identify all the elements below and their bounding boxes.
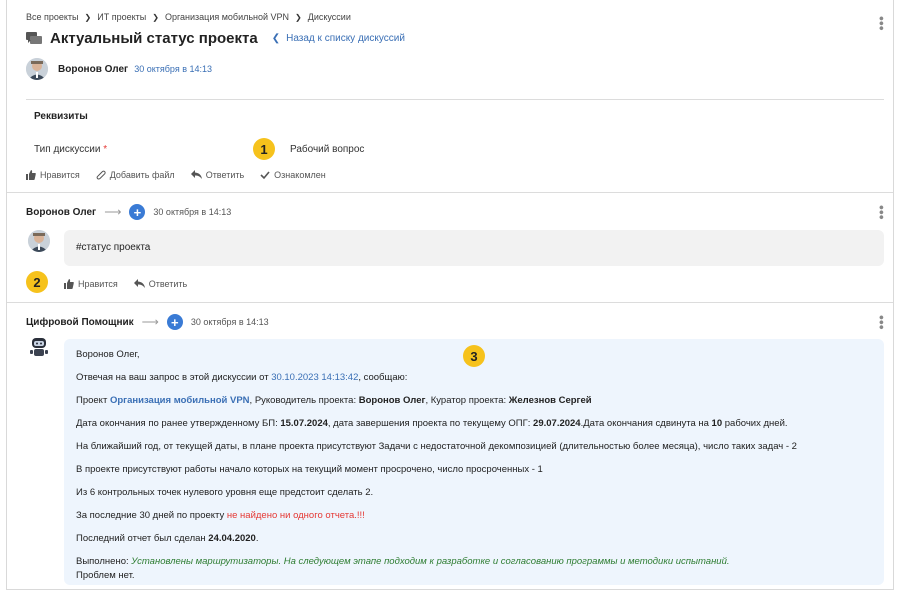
requisites-title: Реквизиты	[34, 111, 88, 122]
post-actions: Нравится Добавить файл Ответить Ознакомл…	[26, 170, 342, 180]
done-text: Установлены маршрутизаторы. На следующем…	[131, 556, 730, 567]
dates-line: Дата окончания по ранее утвержденному БП…	[76, 418, 788, 429]
like-label: Нравится	[40, 170, 80, 180]
reply-button[interactable]: Ответить	[133, 279, 188, 289]
arrow-right-icon: ⟶	[141, 315, 159, 329]
reply-icon	[190, 170, 202, 179]
callout-badge-3: 3	[463, 345, 485, 367]
divider	[26, 99, 884, 100]
reports-line: За последние 30 дней по проекту не найде…	[76, 510, 365, 521]
checkmark-icon	[260, 171, 270, 180]
request-line: Отвечая на ваш запрос в этой дискуссии о…	[76, 372, 408, 383]
divider	[7, 192, 893, 193]
callout-badge-2: 2	[26, 271, 48, 293]
assistant-message: Воронов Олег, Отвечая на ваш запрос в эт…	[64, 339, 884, 585]
chevron-right-icon: ❯	[152, 12, 159, 22]
reply-label: Ответить	[205, 170, 245, 180]
add-file-label: Добавить файл	[109, 170, 175, 180]
comment-author[interactable]: Цифровой Помощник	[26, 317, 134, 328]
project-link[interactable]: Организация мобильной VPN	[110, 395, 250, 406]
more-options-icon[interactable]: •••	[874, 16, 890, 31]
back-link-label: Назад к списку дискуссий	[286, 33, 405, 44]
comment-bubble: #статус проекта	[64, 230, 884, 266]
discussion-type-label: Тип дискуссии *	[34, 144, 107, 155]
add-recipient-icon[interactable]: +	[166, 314, 183, 330]
overdue-line: В проекте присутствуют работы начало кот…	[76, 464, 543, 475]
breadcrumb: Все проекты ❯ ИТ проекты ❯ Организация м…	[26, 12, 351, 22]
breadcrumb-all-projects[interactable]: Все проекты	[26, 12, 79, 22]
reply-button[interactable]: Ответить	[190, 170, 245, 180]
post-date: 30 октября в 14:13	[134, 64, 213, 74]
comment-date: 30 октября в 14:13	[190, 317, 269, 327]
comment-header: Цифровой Помощник ⟶ + 30 октября в 14:13	[26, 314, 269, 330]
problems-line: Проблем нет.	[76, 570, 135, 581]
arrow-right-icon: ⟶	[104, 205, 122, 219]
back-to-discussions-link[interactable]: ❮ Назад к списку дискуссий	[272, 33, 405, 44]
reply-icon	[133, 279, 145, 288]
author-name[interactable]: Воронов Олег	[58, 64, 128, 75]
last-report-line: Последний отчет был сделан 24.04.2020.	[76, 533, 259, 544]
title-row: Актуальный статус проекта ❮ Назад к спис…	[26, 30, 405, 47]
curator-name: Железнов Сергей	[508, 395, 592, 406]
breadcrumb-project[interactable]: Организация мобильной VPN	[165, 12, 289, 22]
paperclip-icon	[96, 170, 106, 180]
post-author: Воронов Олег 30 октября в 14:13	[26, 58, 212, 80]
chevron-right-icon: ❯	[84, 12, 92, 22]
comment-text: #статус проекта	[76, 242, 151, 253]
manager-name: Воронов Олег	[358, 395, 426, 406]
discussion-icon	[26, 31, 42, 44]
avatar[interactable]	[28, 230, 50, 252]
comment-author[interactable]: Воронов Олег	[26, 207, 96, 218]
discussion-type-value: Рабочий вопрос	[290, 144, 365, 155]
field-label-text: Тип дискуссии	[34, 144, 101, 155]
required-mark: *	[103, 144, 108, 155]
like-label: Нравится	[78, 279, 118, 289]
thumbs-up-icon	[64, 279, 74, 289]
done-line: Выполнено: Установлены маршрутизаторы. Н…	[76, 556, 730, 567]
thumbs-up-icon	[26, 170, 36, 180]
person-icon	[28, 230, 50, 252]
project-line: Проект Организация мобильной VPN, Руково…	[76, 395, 592, 406]
more-options-icon[interactable]: •••	[874, 315, 890, 330]
acknowledge-label: Ознакомлен	[274, 170, 326, 180]
request-datetime-link[interactable]: 30.10.2023 14:13:42	[271, 372, 358, 383]
comment-actions: Нравится Ответить	[64, 279, 203, 289]
decomposition-line: На ближайший год, от текущей даты, в пла…	[76, 441, 797, 452]
chevron-right-icon: ❯	[295, 12, 302, 22]
comment-header: Воронов Олег ⟶ + 30 октября в 14:13	[26, 204, 231, 220]
comment-date: 30 октября в 14:13	[153, 207, 232, 217]
milestones-line: Из 6 контрольных точек нулевого уровня е…	[76, 487, 374, 498]
acknowledge-button[interactable]: Ознакомлен	[260, 170, 326, 180]
breadcrumb-discussions[interactable]: Дискуссии	[308, 12, 351, 22]
reply-label: Ответить	[148, 279, 188, 289]
chevron-left-icon: ❮	[271, 33, 281, 44]
divider	[7, 302, 893, 303]
robot-icon	[30, 338, 48, 356]
callout-badge-1: 1	[253, 138, 275, 160]
like-button[interactable]: Нравится	[64, 279, 118, 289]
like-button[interactable]: Нравится	[26, 170, 80, 180]
more-options-icon[interactable]: •••	[874, 205, 890, 220]
person-icon	[26, 58, 48, 80]
add-file-button[interactable]: Добавить файл	[96, 170, 175, 180]
avatar[interactable]	[26, 58, 48, 80]
breadcrumb-it-projects[interactable]: ИТ проекты	[97, 12, 146, 22]
no-reports-alert: не найдено ни одного отчета.!!!	[226, 510, 365, 521]
add-recipient-icon[interactable]: +	[129, 204, 146, 220]
page-title: Актуальный статус проекта	[50, 30, 258, 47]
